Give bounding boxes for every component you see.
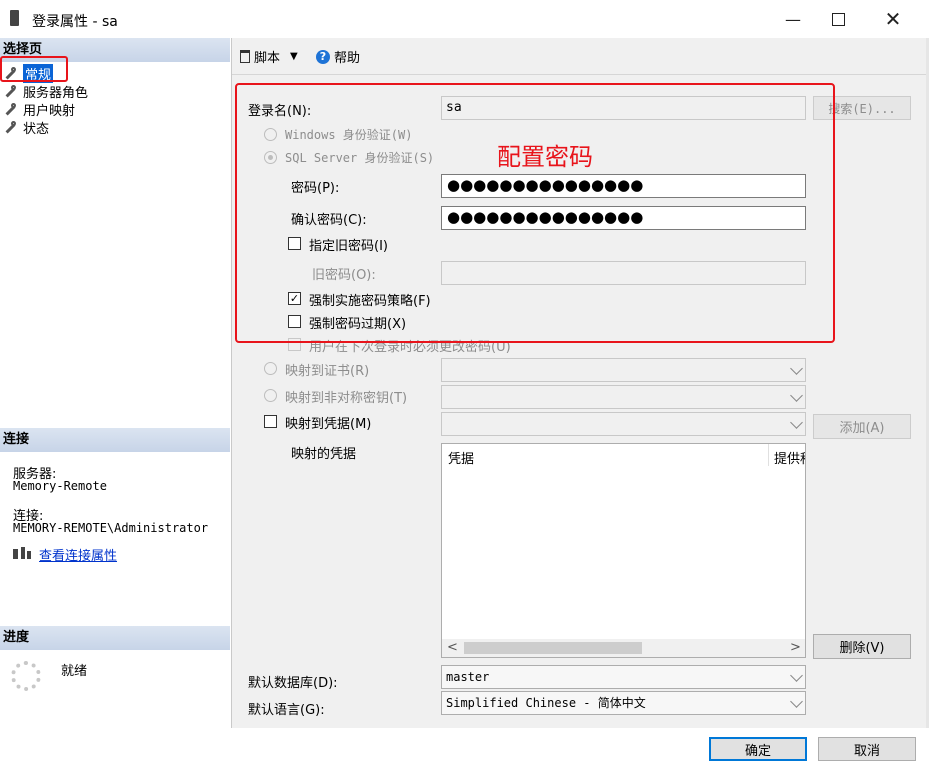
highlight-box [0, 56, 68, 82]
certificate-select[interactable] [441, 358, 806, 382]
map-asym-key-label: 映射到非对称密钥(T) [285, 391, 408, 406]
asym-key-select[interactable] [441, 385, 806, 409]
chevron-down-icon [790, 695, 803, 708]
script-icon [240, 50, 250, 63]
progress-status: 就绪 [61, 664, 88, 679]
map-credential-label: 映射到凭据(M) [285, 417, 372, 432]
app-icon [10, 10, 19, 26]
script-label: 脚本 [254, 51, 281, 66]
dropdown-arrow-icon: ▼ [290, 51, 298, 62]
left-panel [0, 38, 232, 728]
column-header-credential[interactable]: 凭据 [448, 448, 474, 467]
ok-button[interactable]: 确定 [709, 737, 807, 761]
mapped-credentials-label: 映射的凭据 [291, 447, 357, 462]
progress-header: 进度 [0, 626, 230, 650]
scrollbar-thumb[interactable] [464, 642, 642, 654]
progress-spinner-icon [11, 661, 41, 691]
nav-item-server-roles[interactable]: 服务器角色 [4, 82, 89, 101]
close-icon: ✕ [884, 7, 902, 31]
minimize-button[interactable]: — [770, 0, 816, 38]
column-header-provider[interactable]: 提供程 [774, 448, 805, 467]
credentials-list[interactable]: 凭据 提供程 < > [441, 443, 806, 658]
default-language-select[interactable]: Simplified Chinese - 简体中文 [441, 691, 806, 715]
connection-header: 连接 [0, 428, 230, 452]
default-language-value: Simplified Chinese - 简体中文 [446, 696, 646, 710]
map-asym-key-radio[interactable] [264, 389, 277, 402]
nav-item-user-mapping[interactable]: 用户映射 [4, 100, 76, 119]
horizontal-scrollbar[interactable]: < > [442, 639, 805, 657]
delete-button[interactable]: 删除(V) [813, 634, 911, 659]
connection-value: MEMORY-REMOTE\Administrator [13, 521, 209, 535]
help-button[interactable]: ? 帮助 [316, 47, 360, 66]
close-button[interactable]: ✕ [870, 0, 916, 38]
chevron-down-icon [790, 389, 803, 402]
add-button[interactable]: 添加(A) [813, 414, 911, 439]
nav-item-status[interactable]: 状态 [4, 118, 50, 137]
default-database-select[interactable]: master [441, 665, 806, 689]
map-certificate-label: 映射到证书(R) [285, 364, 370, 379]
map-certificate-radio[interactable] [264, 362, 277, 375]
window-title: 登录属性 - sa [32, 14, 118, 30]
server-value: Memory-Remote [13, 479, 107, 493]
connection-icon [11, 546, 33, 562]
title-bar: 登录属性 - sa — ✕ [0, 0, 929, 38]
highlight-box [235, 83, 835, 343]
chevron-down-icon [790, 669, 803, 682]
default-database-value: master [446, 670, 490, 684]
column-divider [768, 444, 769, 466]
nav-item-label: 服务器角色 [23, 85, 89, 101]
minimize-icon: — [785, 9, 801, 29]
wrench-icon [4, 102, 18, 116]
help-icon: ? [316, 49, 330, 64]
scroll-right-icon[interactable]: > [790, 640, 801, 655]
chevron-down-icon [790, 362, 803, 375]
chevron-down-icon [790, 416, 803, 429]
wrench-icon [4, 84, 18, 98]
script-button[interactable]: 脚本 ▼ [240, 47, 298, 66]
maximize-button[interactable] [815, 0, 861, 38]
maximize-icon [831, 12, 845, 26]
view-connection-properties-link[interactable]: 查看连接属性 [39, 545, 117, 564]
default-language-label: 默认语言(G): [248, 703, 325, 718]
nav-item-label: 状态 [23, 121, 50, 137]
help-label: 帮助 [334, 51, 361, 66]
default-database-label: 默认数据库(D): [248, 676, 338, 691]
cancel-button[interactable]: 取消 [818, 737, 916, 761]
scroll-left-icon[interactable]: < [447, 640, 458, 655]
nav-item-label: 用户映射 [23, 103, 76, 119]
wrench-icon [4, 120, 18, 134]
annotation-text: 配置密码 [497, 143, 593, 171]
credential-select[interactable] [441, 412, 806, 436]
map-credential-checkbox[interactable] [264, 415, 277, 428]
